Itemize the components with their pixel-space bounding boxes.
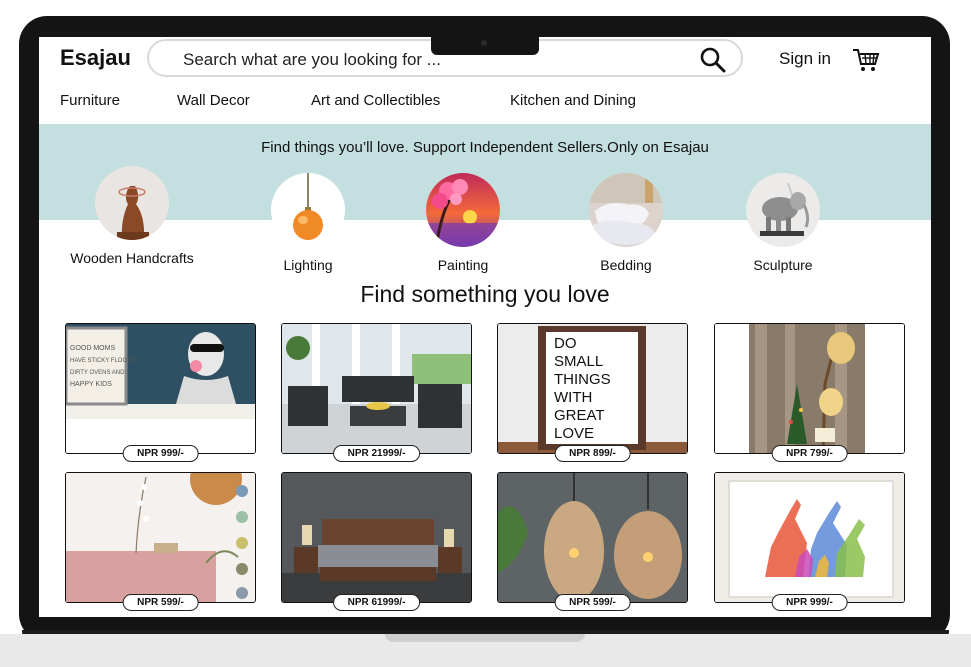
category-label: Wooden Handcrafts — [70, 250, 194, 266]
laptop-base-groove — [385, 634, 585, 642]
category-painting[interactable]: Painting — [388, 173, 538, 273]
product-image[interactable] — [715, 473, 904, 602]
sign-text-line-4: HAPPY KIDS — [70, 381, 112, 388]
nav-wall-decor[interactable]: Wall Decor — [177, 92, 250, 109]
wooden-handcraft-image[interactable] — [95, 166, 169, 240]
price-badge: NPR 799/- — [771, 445, 848, 462]
camera-icon — [481, 40, 487, 46]
product-card-7[interactable]: NPR 599/- — [497, 472, 688, 611]
product-card-8[interactable]: NPR 999/- — [714, 472, 905, 611]
search-input[interactable]: Search what are you looking for ... — [183, 50, 441, 70]
product-image[interactable] — [282, 473, 471, 602]
category-label: Lighting — [283, 257, 333, 273]
sign-text-line-3: DIRTY OVENS AND — [70, 370, 125, 376]
price-badge: NPR 899/- — [554, 445, 631, 462]
screen: Esajau Search what are you looking for .… — [39, 37, 931, 617]
product-card-6[interactable]: NPR 61999/- — [281, 472, 472, 611]
product-card-4[interactable]: NPR 799/- — [714, 323, 905, 462]
category-lighting[interactable]: Lighting — [233, 173, 383, 273]
category-sculpture[interactable]: Sculpture — [708, 173, 858, 273]
nav-kitchen-and-dining[interactable]: Kitchen and Dining — [510, 92, 636, 109]
price-badge: NPR 999/- — [771, 594, 848, 611]
product-card-5[interactable]: NPR 599/- — [65, 472, 256, 611]
sign-in-link[interactable]: Sign in — [779, 49, 831, 69]
category-bedding[interactable]: Bedding — [551, 173, 701, 273]
price-badge: NPR 61999/- — [332, 594, 421, 611]
lighting-image[interactable] — [271, 173, 345, 247]
product-image[interactable] — [715, 324, 904, 453]
section-title: Find something you love — [360, 281, 610, 307]
product-image[interactable]: GOOD MOMS HAVE STICKY FLOORS DIRTY OVENS… — [66, 324, 255, 453]
nav-furniture[interactable]: Furniture — [60, 92, 120, 109]
cart-icon[interactable] — [852, 47, 880, 73]
product-image[interactable] — [66, 473, 255, 602]
camera-notch — [431, 37, 539, 55]
sign-text-line-1: GOOD MOMS — [70, 345, 115, 352]
price-badge: NPR 599/- — [554, 594, 631, 611]
frame-word-3: THINGS — [554, 371, 611, 388]
product-card-1[interactable]: GOOD MOMS HAVE STICKY FLOORS DIRTY OVENS… — [65, 323, 256, 462]
painting-image[interactable] — [426, 173, 500, 247]
category-label: Sculpture — [753, 257, 813, 273]
site-logo[interactable]: Esajau — [60, 45, 131, 71]
category-label: Painting — [437, 257, 489, 273]
search-icon[interactable] — [699, 46, 727, 74]
product-card-2[interactable]: NPR 21999/- — [281, 323, 472, 462]
frame-word-5: GREAT — [554, 407, 605, 424]
sculpture-image[interactable] — [746, 173, 820, 247]
price-badge: NPR 21999/- — [332, 445, 421, 462]
nav-art-and-collectibles[interactable]: Art and Collectibles — [311, 92, 440, 109]
frame-word-6: LOVE — [554, 425, 594, 442]
sign-text-line-2: HAVE STICKY FLOORS — [70, 358, 135, 364]
frame-word-4: WITH — [554, 389, 592, 406]
product-card-3[interactable]: DO SMALL THINGS WITH GREAT LOVE NPR 899/… — [497, 323, 688, 462]
price-badge: NPR 999/- — [122, 445, 199, 462]
product-image[interactable]: DO SMALL THINGS WITH GREAT LOVE — [498, 324, 687, 453]
category-wooden-handcrafts[interactable]: Wooden Handcrafts — [57, 166, 207, 266]
frame-word-1: DO — [554, 335, 577, 352]
price-badge: NPR 599/- — [122, 594, 199, 611]
category-label: Bedding — [600, 257, 652, 273]
banner-text: Find things you’ll love. Support Indepen… — [261, 139, 709, 156]
product-image[interactable] — [498, 473, 687, 602]
product-image[interactable] — [282, 324, 471, 453]
frame-word-2: SMALL — [554, 353, 603, 370]
bedding-image[interactable] — [589, 173, 663, 247]
